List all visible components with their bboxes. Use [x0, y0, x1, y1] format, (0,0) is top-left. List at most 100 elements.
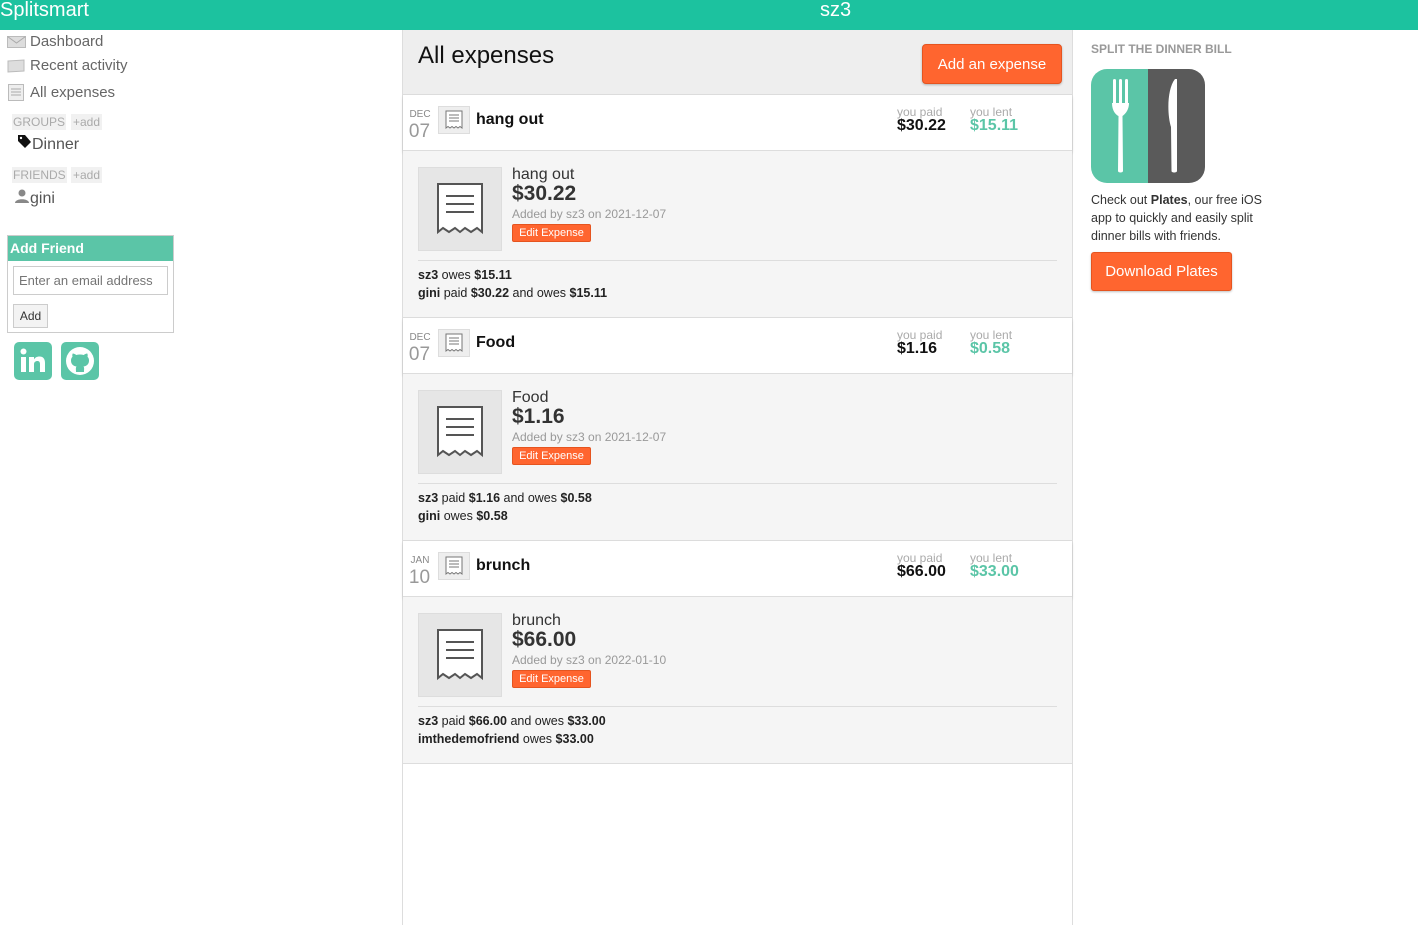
top-bar: Splitsmart sz3 [0, 0, 1418, 30]
share-segment: sz3 [418, 714, 439, 728]
expense-month: DEC [409, 109, 431, 120]
expense-day: 10 [408, 567, 431, 588]
share-segment: paid [438, 491, 469, 505]
expense-detail: brunch $66.00 Added by sz3 on 2022-01-10 Ed… [403, 597, 1072, 764]
you-lent-amount: $33.00 [970, 563, 1019, 580]
you-lent-amount: $15.11 [970, 117, 1019, 134]
expense-detail: hang out $30.22 Added by sz3 on 2021-12-07… [403, 151, 1072, 318]
github-icon[interactable] [61, 342, 99, 380]
share-line: sz3 paid $1.16 and owes $0.58 [418, 491, 592, 505]
expense-row[interactable]: DEC 07 Food you paid $1.16 you lent $0.58 [403, 318, 1072, 374]
nav-dashboard[interactable]: Dashboard [7, 33, 103, 50]
tag-icon [16, 134, 32, 155]
friend-item-gini[interactable]: gini [14, 188, 55, 209]
share-segment: imthedemofriend [418, 732, 520, 746]
expense-detail: Food $1.16 Added by sz3 on 2021-12-07 Edit … [403, 374, 1072, 541]
friends-header: FRIENDS [12, 167, 67, 183]
divider [418, 706, 1057, 707]
brand-logo[interactable]: Splitsmart [0, 0, 89, 22]
nav-recent-activity[interactable]: Recent activity [7, 57, 128, 74]
email-field[interactable] [13, 266, 168, 295]
share-segment: owes [438, 268, 475, 282]
friend-item-label: gini [30, 189, 55, 207]
add-group-link[interactable]: +add [71, 114, 103, 130]
person-icon [14, 188, 30, 209]
groups-header: GROUPS [12, 114, 67, 130]
promo-text: Check out Plates, our free iOS app to qu… [1091, 191, 1271, 245]
edit-expense-button[interactable]: Edit Expense [512, 224, 591, 242]
you-paid-amount: $66.00 [897, 563, 946, 580]
detail-amount: $1.16 [512, 405, 565, 428]
share-segment: and owes [506, 714, 568, 728]
share-segment: paid [440, 286, 471, 300]
share-segment: $15.11 [569, 286, 608, 300]
divider [418, 483, 1057, 484]
envelope-icon [7, 35, 26, 49]
nav-all-expenses[interactable]: All expenses [7, 83, 115, 102]
expense-description: brunch [476, 557, 531, 574]
user-menu[interactable]: sz3 [820, 0, 851, 22]
you-paid-amount: $30.22 [897, 117, 946, 134]
nav-all-expenses-label: All expenses [30, 84, 116, 101]
expense-row[interactable]: DEC 07 hang out you paid $30.22 you lent $15.1… [403, 95, 1072, 151]
share-segment: paid [438, 714, 469, 728]
share-segment: $66.00 [468, 714, 507, 728]
detail-amount: $30.22 [512, 182, 577, 205]
detail-added-by: Added by sz3 on 2021-12-07 [512, 207, 667, 221]
expense-list: DEC 07 hang out you paid $30.22 you lent $15.1… [403, 95, 1072, 764]
share-segment: and owes [509, 286, 570, 300]
expense-description: Food [476, 334, 516, 351]
group-item-dinner[interactable]: Dinner [16, 134, 79, 155]
flag-icon [7, 58, 26, 73]
share-line: imthedemofriend owes $33.00 [418, 732, 594, 746]
plates-app-icon[interactable] [1091, 69, 1205, 183]
share-line: sz3 paid $66.00 and owes $33.00 [418, 714, 606, 728]
divider [418, 260, 1057, 261]
detail-amount: $66.00 [512, 628, 577, 651]
download-plates-button[interactable]: Download Plates [1091, 252, 1232, 291]
share-segment: $33.00 [555, 732, 594, 746]
receipt-icon[interactable] [418, 167, 502, 251]
promo-text-start: Check out [1091, 193, 1151, 207]
share-segment: $33.00 [567, 714, 606, 728]
expense-day: 07 [408, 344, 431, 365]
edit-expense-button[interactable]: Edit Expense [512, 670, 591, 688]
add-friend-button[interactable]: Add [13, 304, 48, 328]
share-line: sz3 owes $15.11 [418, 268, 512, 282]
share-segment: and owes [500, 491, 561, 505]
receipt-icon[interactable] [418, 390, 502, 474]
receipt-icon [438, 329, 470, 357]
expense-row[interactable]: JAN 10 brunch you paid $66.00 you lent $33.00 [403, 541, 1072, 597]
share-line: gini owes $0.58 [418, 509, 508, 523]
you-lent-amount: $0.58 [970, 340, 1011, 357]
list-icon [7, 83, 26, 102]
nav-dashboard-label: Dashboard [30, 33, 104, 50]
share-segment: $15.11 [474, 268, 512, 282]
share-segment: sz3 [418, 268, 439, 282]
share-line: gini paid $30.22 and owes $15.11 [418, 286, 607, 300]
add-friend-link[interactable]: +add [71, 167, 103, 183]
group-item-label: Dinner [32, 135, 80, 153]
add-friend-title: Add Friend [8, 236, 173, 261]
expense-description: hang out [476, 111, 544, 128]
promo-header: SPLIT THE DINNER BILL [1091, 42, 1232, 56]
detail-added-by: Added by sz3 on 2022-01-10 [512, 653, 667, 667]
linkedin-icon[interactable] [14, 342, 52, 380]
main-header: All expenses Add an expense [403, 30, 1072, 95]
page-title: All expenses [418, 42, 555, 69]
detail-added-by: Added by sz3 on 2021-12-07 [512, 430, 667, 444]
share-segment: $30.22 [470, 286, 510, 300]
nav-recent-activity-label: Recent activity [30, 57, 128, 74]
expense-month: DEC [409, 332, 431, 343]
edit-expense-button[interactable]: Edit Expense [512, 447, 591, 465]
share-segment: owes [440, 509, 477, 523]
expense-month: JAN [410, 555, 430, 566]
receipt-icon[interactable] [418, 613, 502, 697]
share-segment: $0.58 [560, 491, 592, 505]
share-segment: $1.16 [468, 491, 501, 505]
receipt-icon [438, 552, 470, 580]
promo-text-app-name: Plates [1150, 193, 1188, 207]
share-segment: sz3 [418, 491, 439, 505]
add-expense-button[interactable]: Add an expense [922, 44, 1062, 84]
main-content: All expenses Add an expense DEC 07 hang ou… [402, 30, 1073, 925]
